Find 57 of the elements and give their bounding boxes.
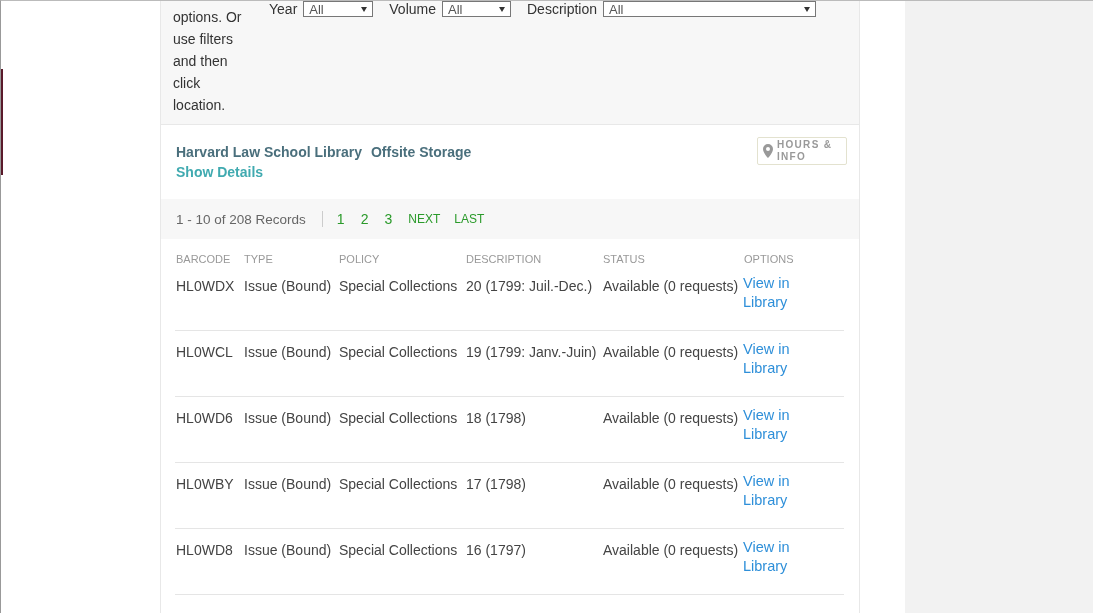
view-in-library-link[interactable]: View in Library bbox=[743, 340, 803, 378]
instructions-text: options. Or use filters and then click location. bbox=[173, 8, 243, 115]
page-link[interactable]: 1 bbox=[336, 211, 345, 227]
table-cell-text: 17 (1798) bbox=[465, 475, 527, 494]
caret-icon bbox=[499, 6, 505, 12]
table-cell-text: Available (0 requests) bbox=[602, 277, 740, 296]
page-nav-link[interactable]: NEXT bbox=[408, 212, 441, 226]
table-cell-text: HL0WD8 bbox=[175, 541, 234, 560]
view-in-library-link[interactable]: View in Library bbox=[743, 538, 803, 576]
column-header: BARCODE bbox=[175, 253, 232, 265]
table-cell-text: Special Collections bbox=[338, 475, 459, 494]
filter-label: Year bbox=[269, 1, 298, 17]
table-cell-text: 19 (1799: Janv.-Juin) bbox=[465, 343, 598, 362]
filter-select[interactable]: All bbox=[442, 1, 511, 17]
table-cell-text: Available (0 requests) bbox=[602, 475, 740, 494]
page-link[interactable]: 2 bbox=[360, 211, 369, 227]
caret-icon bbox=[361, 6, 368, 12]
view-in-library-link[interactable]: View in Library bbox=[743, 274, 803, 312]
table-cell-text: Special Collections bbox=[338, 343, 459, 362]
column-header: OPTIONS bbox=[743, 253, 795, 265]
collection-name: Offsite Storage bbox=[370, 144, 472, 160]
table-cell-text: Issue (Bound) bbox=[243, 277, 333, 296]
page-link[interactable]: 3 bbox=[384, 211, 393, 227]
caret-icon bbox=[804, 6, 811, 12]
table-cell-text: 18 (1798) bbox=[465, 409, 527, 428]
table-cell-text: Special Collections bbox=[338, 409, 459, 428]
table-cell-text: 20 (1799: Juil.-Dec.) bbox=[465, 277, 594, 296]
table-cell-text: Available (0 requests) bbox=[602, 409, 740, 428]
show-details-link[interactable]: Show Details bbox=[176, 161, 472, 183]
table-cell-text: Special Collections bbox=[338, 277, 459, 296]
column-header: TYPE bbox=[243, 253, 274, 265]
table-cell-text: Issue (Bound) bbox=[243, 541, 333, 560]
table-cell-text: HL0WBY bbox=[175, 475, 235, 494]
filter-select[interactable]: All bbox=[603, 1, 817, 17]
table-cell-text: HL0WDX bbox=[175, 277, 236, 296]
location-pin-icon bbox=[763, 144, 773, 158]
column-header: STATUS bbox=[602, 253, 646, 265]
table-cell-text: Issue (Bound) bbox=[243, 343, 333, 362]
table-cell-text: Special Collections bbox=[338, 541, 459, 560]
view-in-library-link[interactable]: View in Library bbox=[743, 472, 803, 510]
filter-select[interactable]: All bbox=[303, 1, 374, 17]
table-cell-text: Issue (Bound) bbox=[243, 475, 333, 494]
table-cell-text: HL0WCL bbox=[175, 343, 234, 362]
filter-label: Volume bbox=[389, 1, 436, 17]
table-cell-text: Available (0 requests) bbox=[602, 343, 740, 362]
column-header: DESCRIPTION bbox=[465, 253, 543, 265]
hours-info-button[interactable]: HOURS & INFO bbox=[757, 137, 847, 165]
filter-label: Description bbox=[527, 1, 598, 17]
records-count: 1 - 10 of 208 Records bbox=[176, 211, 306, 227]
library-name: Harvard Law School Library bbox=[176, 144, 362, 160]
view-in-library-link[interactable]: View in Library bbox=[743, 406, 803, 444]
table-cell-text: Issue (Bound) bbox=[243, 409, 333, 428]
table-cell-text: Available (0 requests) bbox=[602, 541, 740, 560]
table-cell-text: HL0WD6 bbox=[175, 409, 234, 428]
table-cell-text: 16 (1797) bbox=[465, 541, 527, 560]
page-nav-link[interactable]: LAST bbox=[454, 212, 485, 226]
column-header: POLICY bbox=[338, 253, 381, 265]
